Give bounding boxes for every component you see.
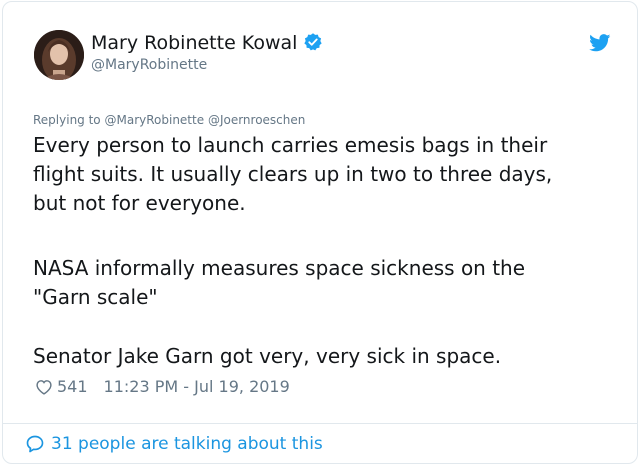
tweet-line: NASA informally measures space sickness … — [33, 256, 526, 280]
author-name-text: Mary Robinette Kowal — [91, 32, 298, 54]
tweet-meta: 541 11:23 PM - Jul 19, 2019 — [35, 377, 290, 396]
tweet-paragraph-2: NASA informally measures space sickness … — [33, 254, 623, 312]
tweet-paragraph-1: Every person to launch carries emesis ba… — [33, 131, 623, 218]
reply-context: Replying to @MaryRobinette @Joernroesche… — [33, 113, 305, 127]
tweet-line: but not for everyone. — [33, 191, 246, 215]
tweet-line: flight suits. It usually clears up in tw… — [33, 162, 553, 186]
reply-prefix: Replying to — [33, 113, 101, 127]
tweet-timestamp[interactable]: 11:23 PM - Jul 19, 2019 — [104, 377, 290, 396]
heart-icon[interactable] — [35, 379, 53, 395]
conversation-count-text: 31 people are talking about this — [51, 434, 323, 454]
verified-badge-icon — [304, 33, 323, 51]
avatar-photo — [34, 30, 84, 80]
twitter-bird-icon[interactable] — [589, 34, 611, 52]
reply-mention-1[interactable]: @MaryRobinette — [104, 113, 204, 127]
tweet-line: "Garn scale" — [33, 285, 158, 309]
author-avatar[interactable] — [34, 30, 84, 80]
speech-bubble-icon — [26, 435, 44, 453]
tweet-line: Every person to launch carries emesis ba… — [33, 133, 548, 157]
tweet-line: Senator Jake Garn got very, very sick in… — [33, 344, 502, 368]
tweet-card: Mary Robinette Kowal @MaryRobinette Repl… — [2, 1, 638, 464]
footer-divider — [3, 423, 637, 424]
tweet-paragraph-3: Senator Jake Garn got very, very sick in… — [33, 342, 623, 371]
conversation-link[interactable]: 31 people are talking about this — [25, 434, 323, 454]
reply-mention-2[interactable]: @Joernroeschen — [208, 113, 305, 127]
like-count[interactable]: 541 — [57, 377, 88, 396]
author-display-name[interactable]: Mary Robinette Kowal — [91, 32, 323, 54]
author-handle[interactable]: @MaryRobinette — [91, 57, 207, 73]
